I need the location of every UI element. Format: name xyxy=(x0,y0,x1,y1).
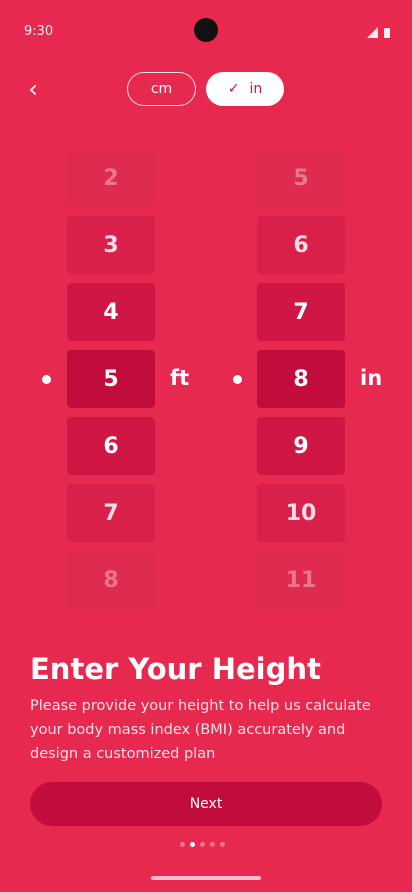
inches-unit-label: in xyxy=(360,366,383,390)
feet-picker[interactable]: 2 3 4 5 6 7 8 xyxy=(67,149,155,618)
chevron-left-icon: ‹ xyxy=(28,75,38,103)
camera-cutout xyxy=(194,18,218,42)
inches-option[interactable]: 5 xyxy=(257,149,345,207)
unit-cm-button[interactable]: cm xyxy=(127,72,196,106)
inches-option[interactable]: 6 xyxy=(257,216,345,274)
page-dot xyxy=(220,842,225,847)
unit-in-button[interactable]: ✓ in xyxy=(206,72,284,106)
status-icons xyxy=(367,27,390,38)
status-bar: 9:30 xyxy=(0,0,412,62)
feet-option[interactable]: 2 xyxy=(67,149,155,207)
feet-selection-dot xyxy=(42,375,51,384)
unit-cm-label: cm xyxy=(150,81,173,97)
page-dot xyxy=(200,842,205,847)
inches-option[interactable]: 10 xyxy=(257,484,345,542)
inches-selection-dot xyxy=(233,375,242,384)
inches-option[interactable]: 9 xyxy=(257,417,345,475)
inches-option-selected[interactable]: 8 xyxy=(257,350,345,408)
feet-option[interactable]: 4 xyxy=(67,283,155,341)
unit-toggle: cm ✓ in xyxy=(127,72,284,106)
page-title: Enter Your Height xyxy=(30,652,321,686)
feet-option[interactable]: 7 xyxy=(67,484,155,542)
feet-option[interactable]: 6 xyxy=(67,417,155,475)
feet-option-selected[interactable]: 5 xyxy=(67,350,155,408)
page-dot-active xyxy=(190,842,195,847)
page-dot xyxy=(180,842,185,847)
status-time: 9:30 xyxy=(24,24,54,39)
battery-icon xyxy=(384,27,390,38)
page-indicator xyxy=(180,842,225,847)
page-dot xyxy=(210,842,215,847)
feet-unit-label: ft xyxy=(170,366,190,390)
back-button[interactable]: ‹ xyxy=(20,76,46,102)
page-description: Please provide your height to help us ca… xyxy=(30,698,371,762)
signal-icon xyxy=(367,27,378,38)
unit-in-label: in xyxy=(249,81,263,97)
check-icon: ✓ xyxy=(227,81,240,97)
inches-picker[interactable]: 5 6 7 8 9 10 11 xyxy=(257,149,345,618)
feet-option[interactable]: 3 xyxy=(67,216,155,274)
inches-option[interactable]: 7 xyxy=(257,283,345,341)
next-button[interactable]: Next xyxy=(30,782,382,826)
home-indicator[interactable] xyxy=(151,876,261,880)
inches-option[interactable]: 11 xyxy=(257,551,345,609)
feet-option[interactable]: 8 xyxy=(67,551,155,609)
